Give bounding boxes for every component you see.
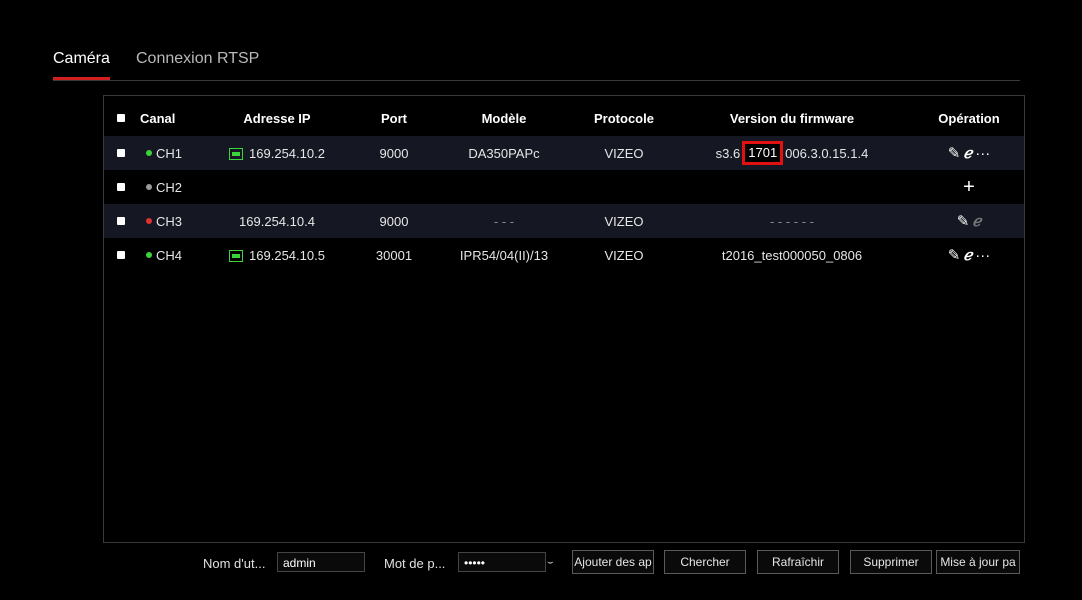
- edit-icon[interactable]: ✎: [948, 144, 961, 162]
- channel-cell: CH2: [146, 170, 196, 204]
- protocol-cell: VIZEO: [604, 145, 644, 161]
- status-dot-online: [146, 252, 152, 258]
- ip-cell: 169.254.10.5: [222, 238, 332, 272]
- operation-cell: ✎ ℯ: [929, 204, 1009, 238]
- table-row[interactable]: CH3 169.254.10.4 9000 - - - VIZEO - - - …: [104, 204, 1024, 238]
- tab-bar: Caméra Connexion RTSP: [53, 44, 1020, 81]
- search-button[interactable]: Chercher: [664, 550, 746, 574]
- header-canal[interactable]: Canal: [140, 100, 186, 136]
- channel-cell: CH1: [146, 136, 196, 170]
- channel-cell: CH4: [146, 238, 196, 272]
- header-operation: Opération: [938, 110, 1000, 126]
- port-cell: 30001: [375, 247, 413, 263]
- status-dot-unset: [146, 184, 152, 190]
- firmware-highlight: 1701: [742, 141, 784, 165]
- checkbox-box[interactable]: [117, 149, 125, 157]
- show-password-eye-icon[interactable]: ⌣: [547, 557, 554, 568]
- header-ip[interactable]: Adresse IP: [222, 100, 332, 136]
- model-cell: - - -: [493, 213, 515, 229]
- operation-cell: ✎ ℯ ···: [929, 238, 1009, 272]
- checkbox-box[interactable]: [117, 183, 125, 191]
- header-port[interactable]: Port: [364, 100, 424, 136]
- username-label: Nom d'ut...: [203, 556, 266, 571]
- checkbox-box[interactable]: [117, 114, 125, 122]
- port-cell: 9000: [379, 213, 409, 229]
- table-header: Canal Adresse IP Port Modèle Protocole V…: [104, 100, 1024, 136]
- ip-address: 169.254.10.5: [249, 247, 325, 263]
- status-dot-offline: [146, 218, 152, 224]
- refresh-button[interactable]: Rafraîchir: [757, 550, 839, 574]
- protocol-cell: VIZEO: [604, 247, 644, 263]
- firmware-cell: t2016_test000050_0806: [721, 247, 863, 263]
- channel-name: CH1: [156, 145, 183, 161]
- password-field[interactable]: •••••: [458, 552, 546, 572]
- table-row[interactable]: CH4 169.254.10.5 30001 IPR54/04(II)/13 V…: [104, 238, 1024, 272]
- active-tab-indicator: [53, 77, 110, 80]
- ie-icon[interactable]: ℯ: [963, 246, 972, 264]
- table-row[interactable]: CH1 169.254.10.2 9000 DA350PAPc VIZEO s3…: [104, 136, 1024, 170]
- tab-rtsp-connection[interactable]: Connexion RTSP: [136, 50, 259, 68]
- channel-cell: CH3: [146, 204, 196, 238]
- password-label: Mot de p...: [384, 556, 446, 571]
- protocol-cell: VIZEO: [604, 213, 644, 229]
- row-checkbox[interactable]: [114, 136, 128, 170]
- edit-icon[interactable]: ✎: [957, 212, 970, 230]
- firmware-prefix: s3.6: [715, 145, 741, 161]
- checkbox-box[interactable]: [117, 251, 125, 259]
- ie-icon[interactable]: ℯ: [963, 144, 972, 162]
- ip-address: 169.254.10.4: [239, 213, 315, 229]
- header-firmware[interactable]: Version du firmware: [692, 100, 892, 136]
- firmware-cell: - - - - - -: [769, 213, 815, 229]
- add-devices-button[interactable]: Ajouter des ap: [572, 550, 654, 574]
- model-cell: DA350PAPc: [468, 145, 540, 161]
- operation-cell: +: [929, 170, 1009, 204]
- table-row[interactable]: CH2 +: [104, 170, 1024, 204]
- firmware-suffix: 006.3.0.15.1.4: [785, 145, 869, 161]
- row-checkbox[interactable]: [114, 170, 128, 204]
- select-all-checkbox[interactable]: [114, 100, 128, 136]
- checkbox-box[interactable]: [117, 217, 125, 225]
- network-icon[interactable]: [229, 148, 244, 160]
- camera-table: Canal Adresse IP Port Modèle Protocole V…: [103, 95, 1025, 543]
- port-cell: 9000: [379, 145, 409, 161]
- status-dot-online: [146, 150, 152, 156]
- header-protocol[interactable]: Protocole: [574, 100, 674, 136]
- tab-camera[interactable]: Caméra: [53, 50, 110, 68]
- username-field[interactable]: admin: [277, 552, 365, 572]
- more-icon[interactable]: ···: [975, 247, 990, 264]
- delete-button[interactable]: Supprimer: [850, 550, 932, 574]
- channel-name: CH3: [156, 213, 183, 229]
- row-checkbox[interactable]: [114, 238, 128, 272]
- update-button[interactable]: Mise à jour pa: [936, 550, 1020, 574]
- operation-cell: ✎ ℯ ···: [929, 136, 1009, 170]
- edit-icon[interactable]: ✎: [948, 246, 961, 264]
- channel-name: CH4: [156, 247, 183, 263]
- ip-address: 169.254.10.2: [249, 145, 325, 161]
- add-icon[interactable]: +: [963, 176, 975, 199]
- row-checkbox[interactable]: [114, 204, 128, 238]
- more-icon[interactable]: ···: [975, 145, 990, 162]
- network-icon[interactable]: [229, 250, 244, 262]
- ip-cell: 169.254.10.2: [222, 136, 332, 170]
- ie-icon[interactable]: ℯ: [972, 212, 981, 230]
- firmware-cell: s3.6 1701 006.3.0.15.1.4: [692, 136, 892, 170]
- channel-name: CH2: [156, 179, 183, 195]
- model-cell: IPR54/04(II)/13: [459, 247, 549, 263]
- header-model[interactable]: Modèle: [454, 100, 554, 136]
